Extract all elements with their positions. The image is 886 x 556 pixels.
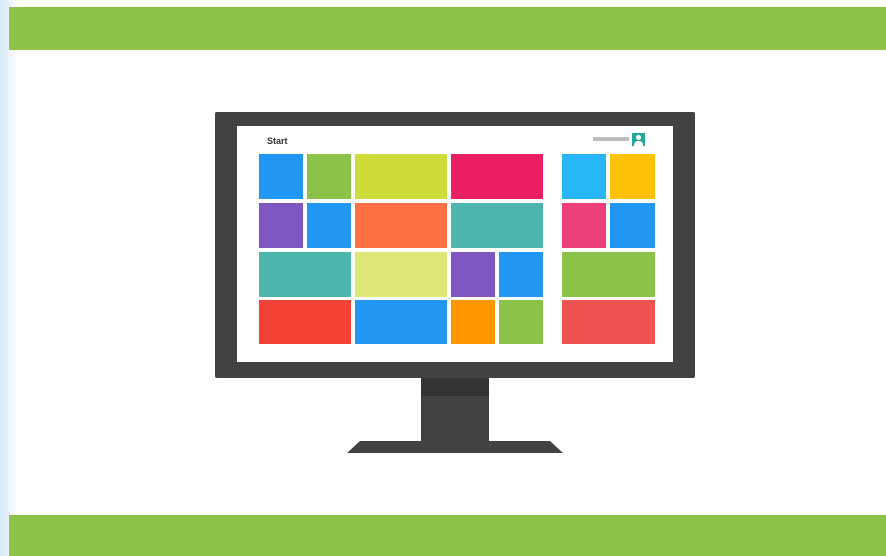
- start-tile[interactable]: [451, 154, 543, 199]
- username-placeholder-bar: [593, 137, 629, 141]
- start-tile[interactable]: [610, 154, 655, 199]
- avatar-body-shape: [634, 141, 643, 146]
- start-tile[interactable]: [610, 203, 655, 248]
- start-tile[interactable]: [355, 300, 447, 344]
- start-tile[interactable]: [562, 300, 655, 344]
- start-tile[interactable]: [355, 252, 447, 297]
- user-avatar-icon[interactable]: [632, 133, 645, 146]
- left-edge-glow: [0, 0, 18, 556]
- start-tile[interactable]: [259, 252, 351, 297]
- stand-neck: [421, 396, 489, 442]
- top-green-band: [9, 7, 886, 50]
- avatar-head-shape: [636, 135, 641, 140]
- start-tile[interactable]: [451, 252, 495, 297]
- start-tile[interactable]: [307, 203, 351, 248]
- start-tile[interactable]: [499, 300, 543, 344]
- stand-neck-shadow: [421, 378, 489, 396]
- start-tile[interactable]: [562, 203, 606, 248]
- start-tile[interactable]: [355, 154, 447, 199]
- start-tile[interactable]: [259, 203, 303, 248]
- start-tile[interactable]: [451, 300, 495, 344]
- start-title: Start: [267, 136, 288, 146]
- start-tile[interactable]: [307, 154, 351, 199]
- stand-base: [347, 441, 563, 453]
- start-tile[interactable]: [562, 154, 606, 199]
- start-tile[interactable]: [562, 252, 655, 297]
- bottom-green-band: [9, 515, 886, 556]
- start-tile[interactable]: [451, 203, 543, 248]
- start-tile[interactable]: [259, 154, 303, 199]
- start-tile[interactable]: [259, 300, 351, 344]
- start-tile[interactable]: [355, 203, 447, 248]
- start-tile[interactable]: [499, 252, 543, 297]
